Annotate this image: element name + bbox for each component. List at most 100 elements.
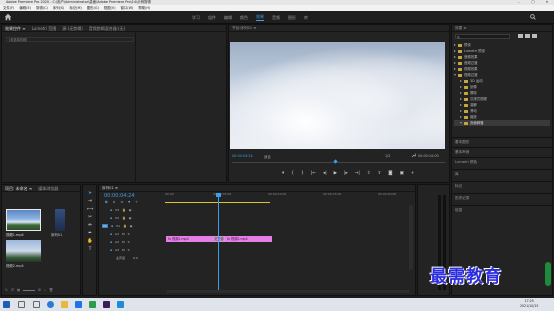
- zoom-slider[interactable]: [23, 289, 36, 291]
- app-icon[interactable]: [117, 301, 124, 308]
- track-target-icon[interactable]: ▪: [110, 232, 112, 236]
- play-icon[interactable]: ▶: [334, 171, 337, 176]
- settings-wrench-icon[interactable]: ✧: [135, 200, 138, 204]
- expand-icon[interactable]: [454, 56, 456, 58]
- lock-icon[interactable]: 🔒: [122, 208, 126, 212]
- solo-button[interactable]: S: [128, 248, 130, 252]
- expand-icon[interactable]: [454, 44, 456, 46]
- workspace-assembly[interactable]: 组件: [208, 15, 216, 21]
- expand-icon[interactable]: [460, 86, 462, 88]
- wrench-icon[interactable]: [411, 153, 416, 158]
- workspace-effects[interactable]: 效果: [256, 14, 264, 21]
- section-lumetri-color[interactable]: Lumetri 颜色: [452, 157, 552, 169]
- solo-button[interactable]: S: [128, 232, 130, 236]
- 32bit-filter-icon[interactable]: [525, 34, 530, 38]
- section-info[interactable]: 信息: [452, 205, 552, 217]
- go-to-in-icon[interactable]: |←: [311, 171, 316, 176]
- collapse-icon[interactable]: [460, 122, 462, 124]
- tab-source[interactable]: 源:(无剪辑): [62, 25, 82, 32]
- selection-tool-icon[interactable]: ➤: [86, 190, 94, 198]
- track-target-icon[interactable]: ▪: [110, 248, 112, 252]
- playhead-handle[interactable]: [216, 193, 221, 197]
- timeline-vertical-scrollbar[interactable]: [409, 205, 413, 270]
- tab-lumetri-scopes[interactable]: Lumetri 范围: [32, 25, 57, 32]
- yuv-filter-icon[interactable]: [532, 34, 537, 38]
- expand-icon[interactable]: [454, 68, 456, 70]
- expand-icon[interactable]: [460, 92, 462, 94]
- project-thumbnail-video1[interactable]: [6, 209, 41, 231]
- workspace-color[interactable]: 颜色: [240, 15, 248, 21]
- timeline-clip[interactable]: fx 视频2.mp4: [225, 236, 272, 242]
- section-essential-graphics[interactable]: 基本图形: [452, 137, 552, 147]
- accelerated-filter-icon[interactable]: [518, 34, 523, 38]
- browser-icon[interactable]: [47, 301, 54, 308]
- transition-clip[interactable]: 交叉溶解: [213, 236, 225, 247]
- track-target-icon[interactable]: ▪: [110, 240, 112, 244]
- add-marker-icon[interactable]: ▾: [128, 200, 130, 204]
- mute-button[interactable]: M: [122, 240, 125, 244]
- nest-icon[interactable]: ⧉: [105, 200, 108, 204]
- app-icon[interactable]: [89, 301, 96, 308]
- extract-icon[interactable]: ⇪: [378, 171, 382, 176]
- snap-icon[interactable]: ∩: [113, 200, 116, 204]
- expand-icon[interactable]: [454, 62, 456, 64]
- tab-effect-controls[interactable]: 效果控件 ≡: [5, 25, 26, 32]
- mute-button[interactable]: M: [122, 232, 125, 236]
- task-view-icon[interactable]: [33, 301, 40, 308]
- expand-icon[interactable]: [460, 110, 462, 112]
- mark-out-icon[interactable]: }: [301, 171, 304, 176]
- razor-tool-icon[interactable]: ✂: [86, 214, 94, 222]
- resolution-dropdown[interactable]: 1/2: [385, 154, 390, 158]
- list-view-icon[interactable]: ☰: [11, 288, 14, 292]
- pen-tool-icon[interactable]: ✒: [86, 230, 94, 238]
- linked-selection-icon[interactable]: ⊃: [120, 200, 123, 204]
- source-patch-v1[interactable]: V1: [102, 224, 108, 228]
- search-icon[interactable]: [530, 14, 536, 20]
- program-monitor-tab[interactable]: 节目:序列01 ≡: [229, 25, 449, 32]
- new-item-icon[interactable]: ⊞: [38, 288, 41, 292]
- step-forward-icon[interactable]: |▸: [344, 171, 348, 176]
- timeline-ruler[interactable]: 00:00 00:00:05:00 00:00:10:00 00:00:15:0…: [165, 192, 413, 200]
- go-to-out-icon[interactable]: →|: [355, 171, 360, 176]
- mark-in-icon[interactable]: {: [291, 171, 294, 176]
- section-essential-sound[interactable]: 基本声音: [452, 147, 552, 157]
- eye-icon[interactable]: ◉: [129, 216, 132, 220]
- section-markers[interactable]: 标记: [452, 181, 552, 193]
- ripple-edit-tool-icon[interactable]: ⟷: [86, 206, 94, 214]
- expand-icon[interactable]: [460, 116, 462, 118]
- playhead-timecode[interactable]: 00:00:04:24: [232, 154, 253, 158]
- project-thumbnail-video2[interactable]: [6, 240, 41, 262]
- add-marker-icon[interactable]: ▾: [282, 171, 284, 176]
- tab-audio-clip-mixer[interactable]: 音频剪辑混合器:(无): [89, 25, 125, 32]
- effects-tab[interactable]: 效果 ≡: [452, 25, 552, 32]
- expand-icon[interactable]: [460, 98, 462, 100]
- track-target-icon[interactable]: ▪: [110, 216, 112, 220]
- home-icon[interactable]: [4, 13, 12, 21]
- solo-button[interactable]: S: [128, 240, 130, 244]
- section-history[interactable]: 历史记录: [452, 193, 552, 205]
- type-tool-icon[interactable]: T: [86, 246, 94, 254]
- compare-icon[interactable]: ▣: [400, 171, 404, 176]
- expand-icon[interactable]: [460, 104, 462, 106]
- lift-icon[interactable]: ⇧: [367, 171, 371, 176]
- premiere-pro-icon[interactable]: [103, 301, 110, 308]
- track-target-icon[interactable]: ▪: [111, 224, 113, 228]
- slip-tool-icon[interactable]: ⇹: [86, 222, 94, 230]
- taskbar-clock[interactable]: 17:25 2021/10/15: [520, 299, 538, 309]
- expand-icon[interactable]: [460, 80, 462, 82]
- expand-icon[interactable]: [454, 50, 456, 52]
- step-back-icon[interactable]: ◂|: [323, 171, 327, 176]
- search-icon[interactable]: [18, 301, 25, 308]
- section-libraries[interactable]: 库: [452, 169, 552, 181]
- eye-icon[interactable]: ◉: [130, 224, 133, 228]
- effects-search-input[interactable]: [455, 34, 510, 39]
- scrub-bar[interactable]: [232, 162, 445, 163]
- add-button-icon[interactable]: +: [411, 171, 415, 176]
- timeline-horizontal-scrollbar[interactable]: [166, 290, 410, 293]
- trash-icon[interactable]: 🗑: [49, 288, 53, 292]
- tree-item-page-peel[interactable]: 页面剥落: [454, 120, 550, 126]
- icon-view-icon[interactable]: ▦: [17, 288, 20, 292]
- workspace-libraries[interactable]: 库: [304, 15, 308, 21]
- store-icon[interactable]: [75, 301, 82, 308]
- track-target-icon[interactable]: ▪: [110, 208, 112, 212]
